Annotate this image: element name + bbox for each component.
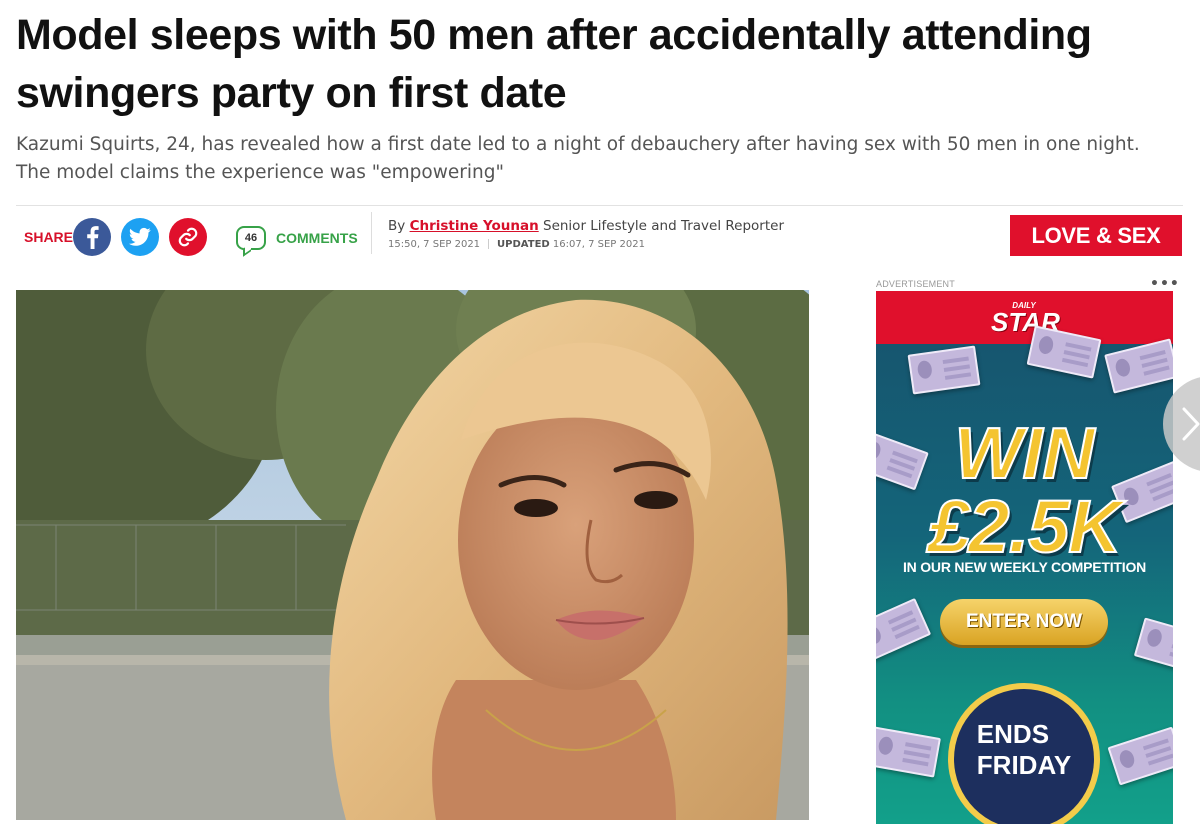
article-dates: 15:50, 7 SEP 2021 UPDATED 16:07, 7 SEP 20… [388, 239, 645, 250]
banknote-illustration [876, 597, 932, 663]
ad-prize-amount: £2.5K [927, 485, 1122, 568]
banknote-illustration [907, 345, 981, 395]
author-role: Senior Lifestyle and Travel Reporter [543, 218, 784, 234]
banknote-illustration [876, 726, 941, 778]
article-headline: Model sleeps with 50 men after accidenta… [16, 11, 1092, 117]
banknote-illustration [1104, 338, 1173, 394]
ad-menu-icon[interactable]: ••• [1150, 276, 1180, 292]
chevron-right-icon [1182, 407, 1200, 441]
twitter-icon [129, 227, 151, 246]
ends-line-1: ENDS [976, 719, 1050, 749]
advertisement-label: ADVERTISEMENT [876, 279, 955, 289]
section-tag-button[interactable]: LOVE & SEX [1010, 215, 1182, 256]
link-icon [178, 227, 198, 247]
updated-label: UPDATED [497, 239, 550, 250]
advertisement-banner[interactable]: DAILY STAR WIN £2.5K IN OUR NEW WEEKLY C… [876, 291, 1173, 824]
ad-subtitle: IN OUR NEW WEEKLY COMPETITION [902, 559, 1147, 575]
banknote-illustration [1107, 726, 1173, 786]
twitter-share-button[interactable] [121, 218, 159, 256]
byline-prefix: By [388, 218, 406, 234]
updated-time: 16:07, 7 SEP 2021 [552, 239, 645, 250]
hero-image [16, 290, 809, 820]
author-link[interactable]: Christine Younan [410, 218, 539, 234]
ends-friday-badge: ENDS FRIDAY [954, 689, 1094, 824]
ends-line-2: FRIDAY [976, 750, 1072, 780]
date-separator [488, 239, 490, 249]
comments-link[interactable]: 46 COMMENTS [236, 224, 358, 252]
published-time: 15:50, 7 SEP 2021 [388, 239, 481, 250]
copy-link-button[interactable] [169, 218, 207, 256]
share-label: SHARE [24, 229, 74, 245]
byline-divider [371, 212, 372, 254]
enter-now-button[interactable]: ENTER NOW [940, 599, 1108, 645]
article-standfirst: Kazumi Squirts, 24, has revealed how a f… [16, 134, 1140, 183]
facebook-icon [87, 226, 99, 249]
banknote-illustration [1133, 617, 1173, 675]
comments-label: COMMENTS [276, 230, 358, 246]
byline: By Christine Younan Senior Lifestyle and… [388, 218, 784, 234]
divider [16, 205, 1183, 206]
comment-count-badge: 46 [236, 226, 266, 250]
ad-win-heading: WIN [954, 414, 1096, 494]
facebook-share-button[interactable] [73, 218, 111, 256]
hero-photo-illustration [16, 290, 809, 820]
